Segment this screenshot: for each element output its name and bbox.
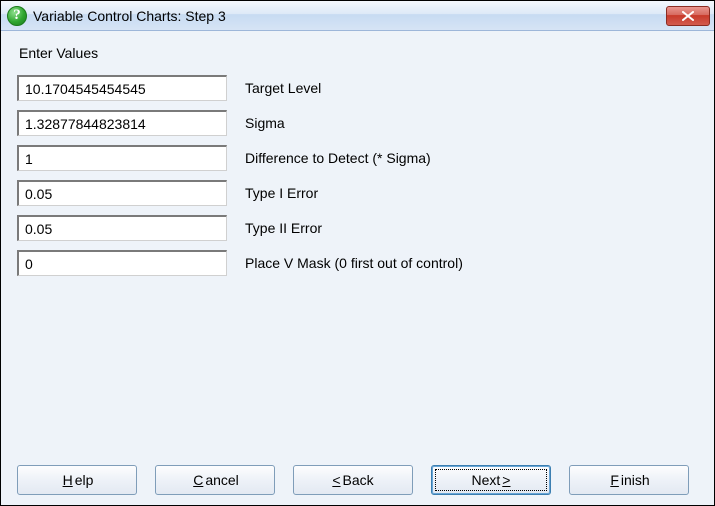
sigma-input[interactable] [17,110,227,136]
row-vmask: Place V Mask (0 first out of control) [17,250,698,276]
next-button[interactable]: Next > [431,465,551,495]
row-type2: Type II Error [17,215,698,241]
row-diff: Difference to Detect (* Sigma) [17,145,698,171]
sigma-label: Sigma [245,115,285,131]
form: Target Level Sigma Difference to Detect … [17,75,698,276]
type1-input[interactable] [17,180,227,206]
target-level-label: Target Level [245,80,321,96]
type2-label: Type II Error [245,220,322,236]
finish-button[interactable]: Finish [569,465,689,495]
back-button[interactable]: < Back [293,465,413,495]
client-area: Enter Values Target Level Sigma Differen… [1,31,714,505]
difference-input[interactable] [17,145,227,171]
vmask-input[interactable] [17,250,227,276]
type2-input[interactable] [17,215,227,241]
type1-label: Type I Error [245,185,318,201]
instruction-text: Enter Values [19,45,698,61]
help-icon: ? [7,6,27,26]
title-bar: ? Variable Control Charts: Step 3 [1,1,714,31]
dialog-window: ? Variable Control Charts: Step 3 Enter … [0,0,715,506]
row-type1: Type I Error [17,180,698,206]
close-button[interactable] [666,6,710,26]
row-target-level: Target Level [17,75,698,101]
row-sigma: Sigma [17,110,698,136]
window-title: Variable Control Charts: Step 3 [33,8,666,24]
vmask-label: Place V Mask (0 first out of control) [245,255,463,271]
help-button[interactable]: Help [17,465,137,495]
close-icon [682,11,694,21]
target-level-input[interactable] [17,75,227,101]
button-bar: Help Cancel < Back Next > Finish [17,453,698,495]
difference-label: Difference to Detect (* Sigma) [245,150,431,166]
cancel-button[interactable]: Cancel [155,465,275,495]
